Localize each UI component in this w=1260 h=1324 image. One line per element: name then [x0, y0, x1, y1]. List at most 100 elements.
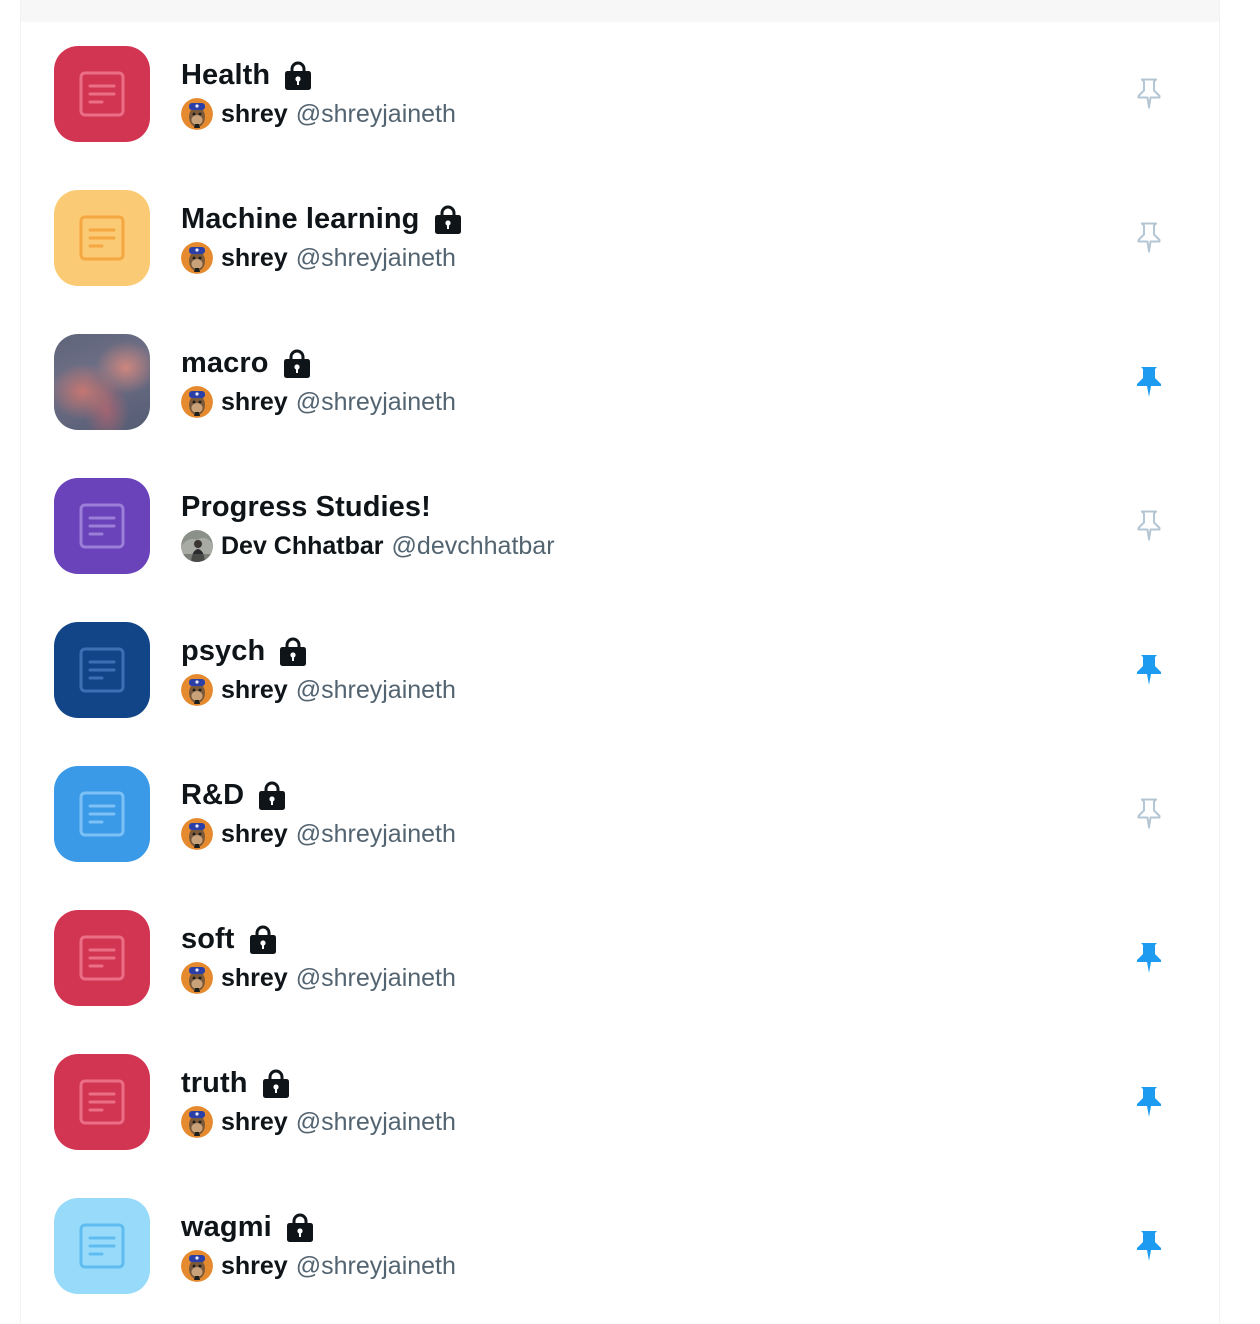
list-cover-tile	[54, 910, 150, 1006]
list-item-truth[interactable]: truth shrey @shreyjaineth	[21, 1030, 1219, 1174]
list-owner-line[interactable]: shrey @shreyjaineth	[181, 818, 456, 850]
owner-avatar[interactable]	[181, 242, 213, 274]
list-title-line: soft	[181, 922, 456, 956]
photo-avatar-image	[181, 530, 213, 562]
pin-outline-icon	[1137, 222, 1161, 253]
lock-icon	[280, 637, 307, 666]
list-name: soft	[181, 922, 235, 955]
list-icon	[79, 935, 125, 981]
owner-handle[interactable]: @devchhatbar	[392, 532, 555, 561]
list-name: wagmi	[181, 1210, 272, 1243]
top-divider-strip	[21, 0, 1219, 22]
list-item-progress-studies[interactable]: Progress Studies! Dev Chhatbar @devchhat…	[21, 454, 1219, 598]
ape-avatar-image	[181, 818, 213, 850]
list-item-wagmi[interactable]: wagmi shrey @shreyjaineth	[21, 1174, 1219, 1318]
list-item-soft[interactable]: soft shrey @shreyjaineth	[21, 886, 1219, 1030]
list-title-line: Progress Studies!	[181, 490, 555, 524]
pin-button[interactable]	[1129, 218, 1169, 258]
pin-button[interactable]	[1129, 74, 1169, 114]
list-name: Machine learning	[181, 202, 420, 235]
list-owner-line[interactable]: shrey @shreyjaineth	[181, 1250, 456, 1282]
lock-icon	[286, 1213, 313, 1242]
owner-handle[interactable]: @shreyjaineth	[296, 820, 456, 849]
list-title-line: wagmi	[181, 1210, 456, 1244]
list-info: macro shrey @shreyjaineth	[181, 346, 456, 418]
lock-icon	[249, 925, 276, 954]
owner-avatar[interactable]	[181, 1250, 213, 1282]
owner-name[interactable]: Dev Chhatbar	[221, 532, 384, 561]
owner-handle[interactable]: @shreyjaineth	[296, 1108, 456, 1137]
lock-icon	[434, 205, 461, 234]
list-icon	[79, 71, 125, 117]
lists-panel: Health shrey @shreyjaineth Machine learn…	[20, 0, 1220, 1324]
owner-name[interactable]: shrey	[221, 244, 288, 273]
list-cover-tile	[54, 478, 150, 574]
lists-list: Health shrey @shreyjaineth Machine learn…	[21, 22, 1219, 1318]
owner-handle[interactable]: @shreyjaineth	[296, 1252, 456, 1281]
pin-outline-icon	[1137, 510, 1161, 541]
lock-icon	[262, 1069, 289, 1098]
unpin-button[interactable]	[1129, 362, 1169, 402]
owner-avatar[interactable]	[181, 1106, 213, 1138]
owner-name[interactable]: shrey	[221, 964, 288, 993]
list-cover-tile	[54, 1198, 150, 1294]
owner-avatar[interactable]	[181, 386, 213, 418]
owner-name[interactable]: shrey	[221, 820, 288, 849]
list-item-macro[interactable]: macro shrey @shreyjaineth	[21, 310, 1219, 454]
list-owner-line[interactable]: shrey @shreyjaineth	[181, 98, 456, 130]
pin-outline-icon	[1137, 78, 1161, 109]
owner-handle[interactable]: @shreyjaineth	[296, 676, 456, 705]
unpin-button[interactable]	[1129, 1226, 1169, 1266]
owner-avatar[interactable]	[181, 98, 213, 130]
list-owner-line[interactable]: Dev Chhatbar @devchhatbar	[181, 530, 555, 562]
list-icon	[79, 647, 125, 693]
owner-avatar[interactable]	[181, 962, 213, 994]
list-name: R&D	[181, 778, 245, 811]
list-item-psych[interactable]: psych shrey @shreyjaineth	[21, 598, 1219, 742]
pin-outline-icon	[1137, 798, 1161, 829]
list-owner-line[interactable]: shrey @shreyjaineth	[181, 962, 456, 994]
owner-handle[interactable]: @shreyjaineth	[296, 388, 456, 417]
list-icon	[79, 215, 125, 261]
owner-name[interactable]: shrey	[221, 1108, 288, 1137]
owner-name[interactable]: shrey	[221, 388, 288, 417]
list-name: truth	[181, 1066, 248, 1099]
pin-button[interactable]	[1129, 506, 1169, 546]
list-info: Progress Studies! Dev Chhatbar @devchhat…	[181, 490, 555, 562]
lock-icon	[259, 781, 286, 810]
list-cover-tile	[54, 46, 150, 142]
list-owner-line[interactable]: shrey @shreyjaineth	[181, 242, 464, 274]
pin-filled-icon	[1137, 1231, 1161, 1261]
list-item-r-d[interactable]: R&D shrey @shreyjaineth	[21, 742, 1219, 886]
list-name: macro	[181, 346, 269, 379]
list-owner-line[interactable]: shrey @shreyjaineth	[181, 386, 456, 418]
list-item-machine-learning[interactable]: Machine learning shrey @shreyjaineth	[21, 166, 1219, 310]
owner-name[interactable]: shrey	[221, 100, 288, 129]
list-info: R&D shrey @shreyjaineth	[181, 778, 456, 850]
list-cover-tile	[54, 766, 150, 862]
unpin-button[interactable]	[1129, 650, 1169, 690]
owner-handle[interactable]: @shreyjaineth	[296, 100, 456, 129]
pin-button[interactable]	[1129, 794, 1169, 834]
list-owner-line[interactable]: shrey @shreyjaineth	[181, 1106, 456, 1138]
owner-name[interactable]: shrey	[221, 676, 288, 705]
list-info: soft shrey @shreyjaineth	[181, 922, 456, 994]
list-cover-tile	[54, 622, 150, 718]
owner-handle[interactable]: @shreyjaineth	[296, 244, 456, 273]
list-info: psych shrey @shreyjaineth	[181, 634, 456, 706]
unpin-button[interactable]	[1129, 938, 1169, 978]
lock-icon	[283, 349, 310, 378]
owner-avatar[interactable]	[181, 674, 213, 706]
owner-handle[interactable]: @shreyjaineth	[296, 964, 456, 993]
list-item-health[interactable]: Health shrey @shreyjaineth	[21, 22, 1219, 166]
list-owner-line[interactable]: shrey @shreyjaineth	[181, 674, 456, 706]
owner-name[interactable]: shrey	[221, 1252, 288, 1281]
pin-filled-icon	[1137, 943, 1161, 973]
unpin-button[interactable]	[1129, 1082, 1169, 1122]
list-icon	[79, 791, 125, 837]
list-cover-tile	[54, 190, 150, 286]
owner-avatar[interactable]	[181, 530, 213, 562]
owner-avatar[interactable]	[181, 818, 213, 850]
list-info: Health shrey @shreyjaineth	[181, 58, 456, 130]
list-info: truth shrey @shreyjaineth	[181, 1066, 456, 1138]
